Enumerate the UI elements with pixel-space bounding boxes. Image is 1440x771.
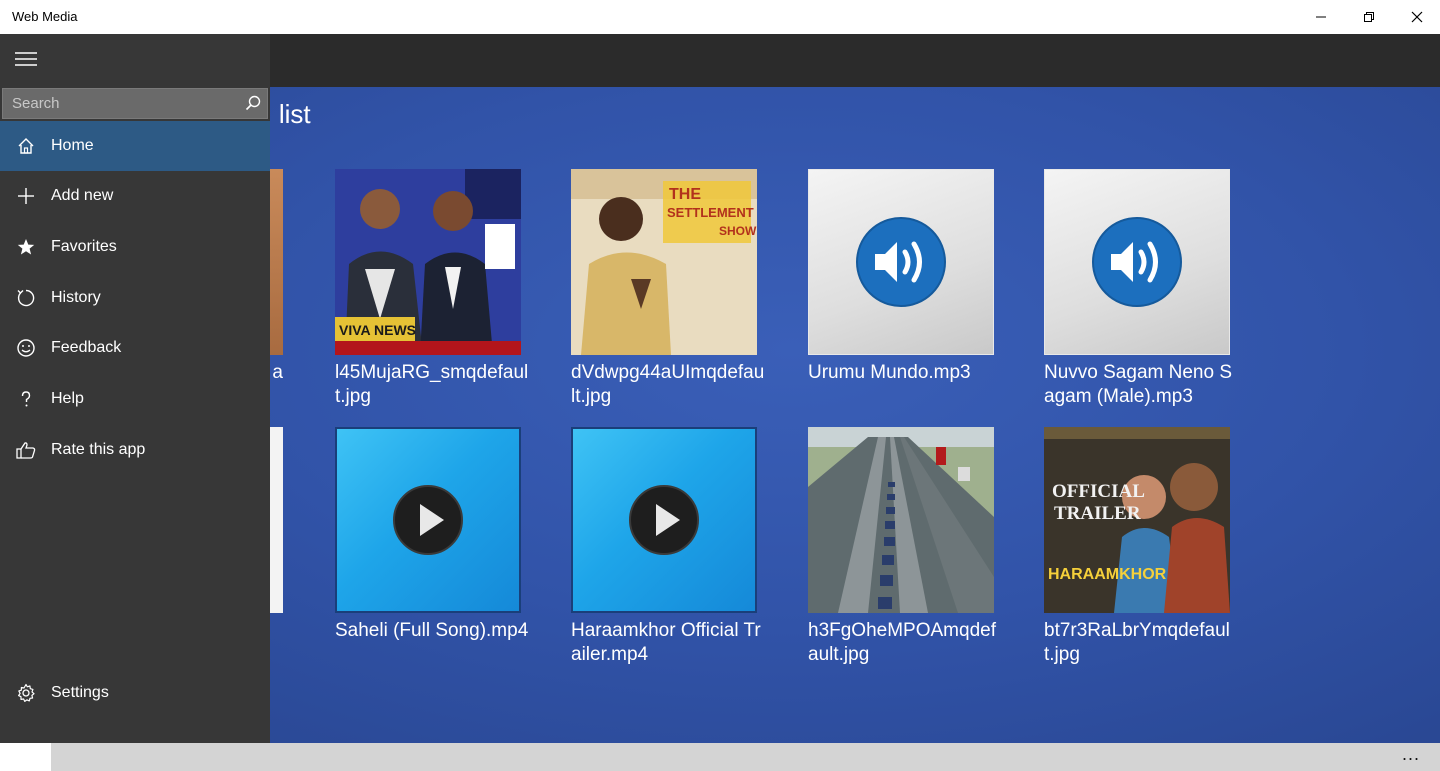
nav-item-rate-this-app[interactable]: Rate this app (0, 425, 270, 475)
window-title: Web Media (12, 9, 78, 24)
tile-label: Nuvvo Sagam Neno Sagam (Male).mp3 (1044, 362, 1232, 407)
news-photo: VIVA NEWS (335, 169, 521, 355)
more-options-button[interactable]: ... (1396, 743, 1426, 771)
nav-label: Feedback (51, 339, 122, 356)
speaker-icon (856, 217, 946, 307)
media-tile[interactable]: OFFICIAL TRAILER HARAAMKHOR bt7r3RaLbrYm… (1044, 427, 1230, 667)
search-box (2, 88, 268, 119)
thumbnail-image (808, 427, 994, 613)
app-window: Web Media dia nload list a (0, 0, 1440, 771)
restore-icon (1364, 12, 1374, 22)
minimize-button[interactable] (1298, 0, 1344, 34)
close-button[interactable] (1394, 0, 1440, 34)
audio-thumbnail (808, 169, 994, 355)
nav-label: Rate this app (51, 441, 146, 458)
audio-thumbnail (1044, 169, 1230, 355)
settlement-title-2: SETTLEMENT (667, 205, 754, 220)
title-bar: Web Media (0, 0, 1440, 34)
nav-label: Favorites (51, 238, 117, 255)
nav-item-home[interactable]: Home (0, 121, 270, 171)
thumbs-up-icon (0, 441, 51, 459)
nav-label: Add new (51, 187, 114, 204)
speaker-icon (1092, 217, 1182, 307)
nav-label: Settings (51, 684, 109, 701)
media-tile[interactable]: Urumu Mundo.mp3 (808, 169, 994, 409)
navigation-pane: Home Add new Favorites History Feedback (0, 34, 270, 743)
close-icon (1411, 11, 1423, 23)
settlement-title-3: SHOW (719, 224, 757, 238)
settlement-title-1: THE (669, 186, 701, 203)
question-icon (0, 390, 51, 408)
nav-item-add-new[interactable]: Add new (0, 171, 270, 221)
plus-icon (0, 187, 51, 205)
viva-news-text: VIVA NEWS (339, 322, 416, 338)
settlement-photo: THE SETTLEMENT SHOW (571, 169, 757, 355)
media-tile[interactable]: THE SETTLEMENT SHOW dVdwpg44aUImqdefault… (571, 169, 764, 409)
nav-item-settings[interactable]: Settings (0, 668, 270, 718)
tile-label: dVdwpg44aUImqdefault.jpg (571, 362, 765, 407)
nav-item-favorites[interactable]: Favorites (0, 222, 270, 272)
nav-label: Help (51, 390, 84, 407)
poster-text-2: TRAILER (1054, 503, 1141, 524)
media-tile[interactable]: Haraamkhor Official Trailer.mp4 (571, 427, 761, 667)
video-thumbnail (571, 427, 757, 613)
tile-label: Saheli (Full Song).mp4 (335, 620, 529, 641)
play-icon (629, 485, 699, 555)
history-icon (0, 288, 51, 308)
poster-text-1: OFFICIAL (1052, 481, 1145, 502)
nav-item-feedback[interactable]: Feedback (0, 323, 270, 373)
media-tile[interactable]: VIVA NEWS l45MujaRG_smqdefault.jpg (335, 169, 528, 409)
hamburger-icon (15, 52, 37, 66)
highway-photo (808, 427, 994, 613)
tile-label: bt7r3RaLbrYmqdefault.jpg (1044, 620, 1230, 665)
search-icon[interactable] (245, 95, 261, 116)
trailer-poster: OFFICIAL TRAILER HARAAMKHOR (1044, 427, 1230, 613)
smiley-icon (0, 338, 51, 358)
tile-label: Haraamkhor Official Trailer.mp4 (571, 620, 761, 665)
poster-text-3: HARAAMKHOR (1048, 566, 1167, 583)
tile-label: Urumu Mundo.mp3 (808, 362, 971, 383)
search-input[interactable] (3, 89, 239, 118)
nav-label: Home (51, 137, 94, 154)
bottom-app-bar: ... (51, 743, 1440, 771)
video-thumbnail (335, 427, 521, 613)
hamburger-menu-button[interactable] (0, 34, 52, 84)
tile-label: h3FgOheMPOAmqdefault.jpg (808, 620, 996, 665)
media-tile[interactable]: Saheli (Full Song).mp4 (335, 427, 528, 667)
bottom-corner (0, 743, 51, 771)
thumbnail-image: VIVA NEWS (335, 169, 521, 355)
minimize-icon (1316, 16, 1326, 18)
star-icon (0, 238, 51, 256)
media-tile[interactable]: Nuvvo Sagam Neno Sagam (Male).mp3 (1044, 169, 1232, 409)
nav-item-history[interactable]: History (0, 273, 270, 323)
tile-label: l45MujaRG_smqdefault.jpg (335, 362, 529, 407)
home-icon (0, 137, 51, 155)
thumbnail-image: OFFICIAL TRAILER HARAAMKHOR (1044, 427, 1230, 613)
media-tile[interactable]: h3FgOheMPOAmqdefault.jpg (808, 427, 996, 667)
nav-label: History (51, 289, 101, 306)
nav-item-help[interactable]: Help (0, 374, 270, 424)
thumbnail-image: THE SETTLEMENT SHOW (571, 169, 757, 355)
play-icon (393, 485, 463, 555)
restore-button[interactable] (1346, 0, 1392, 34)
gear-icon (0, 683, 51, 703)
